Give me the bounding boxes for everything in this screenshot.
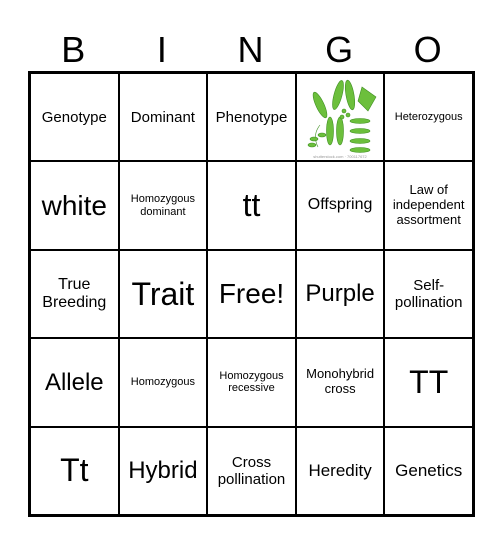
- cell-label: Law of independent assortment: [392, 182, 465, 228]
- cell-label: Homozygous recessive: [219, 369, 284, 395]
- bingo-cell[interactable]: Genetics: [384, 426, 473, 515]
- bingo-cell[interactable]: True Breeding: [30, 249, 119, 339]
- bingo-cell[interactable]: Free!: [207, 249, 296, 339]
- cell-label: True Breeding: [42, 275, 107, 311]
- bingo-cell[interactable]: Homozygous recessive: [207, 338, 296, 427]
- pea-pods-image: shutterstock.com · 700117672: [307, 80, 377, 159]
- cell-label: Heredity: [308, 461, 372, 481]
- cell-label: Genetics: [395, 461, 463, 481]
- svg-text:shutterstock.com · 700117672: shutterstock.com · 700117672: [313, 154, 367, 159]
- cell-label: Cross pollination: [217, 453, 286, 488]
- cell-label: TT: [409, 363, 449, 400]
- header-letter-o: O: [413, 29, 442, 70]
- cell-label: Purple: [305, 280, 375, 308]
- bingo-cell[interactable]: Tt: [30, 426, 119, 515]
- bingo-cell[interactable]: shutterstock.com · 700117672: [295, 73, 385, 162]
- bingo-cell[interactable]: Heterozygous: [384, 73, 473, 162]
- bingo-cell[interactable]: tt: [207, 161, 296, 250]
- cell-label: Offspring: [307, 196, 373, 214]
- cell-label: Phenotype: [215, 108, 288, 126]
- header-letter-b: B: [61, 29, 86, 70]
- bingo-cell[interactable]: Homozygous dominant: [118, 161, 208, 250]
- header-letter-n: N: [237, 29, 264, 70]
- bingo-cell[interactable]: Hybrid: [118, 426, 208, 515]
- cell-label: Genotype: [41, 108, 107, 126]
- bingo-cell[interactable]: Trait: [118, 249, 208, 339]
- bingo-cell[interactable]: Heredity: [295, 426, 385, 515]
- cell-label: Free!: [218, 277, 285, 309]
- cell-label: white: [41, 189, 107, 221]
- cell-label: Hybrid: [128, 457, 198, 484]
- cell-label: tt: [242, 187, 261, 224]
- bingo-cell[interactable]: Law of independent assortment: [384, 161, 473, 250]
- cell-label: Trait: [131, 275, 195, 312]
- header-letter-g: G: [325, 29, 354, 70]
- cell-label: Homozygous dominant: [130, 192, 195, 218]
- cell-label: Monohybrid cross: [306, 366, 375, 397]
- bingo-cell[interactable]: Phenotype: [207, 73, 296, 162]
- cell-label: Dominant: [130, 108, 195, 126]
- cell-label: Tt: [60, 452, 89, 489]
- bingo-cell[interactable]: Offspring: [295, 161, 385, 250]
- bingo-cell[interactable]: Allele: [30, 338, 119, 427]
- bingo-header: B I N G O: [29, 30, 472, 70]
- bingo-grid: Genotype Dominant Phenotype shutterstock.co…: [28, 71, 475, 517]
- bingo-cell[interactable]: Self-pollination: [384, 249, 473, 339]
- bingo-cell[interactable]: Cross pollination: [207, 426, 296, 515]
- cell-label: Allele: [44, 368, 104, 396]
- cell-label: Self-pollination: [394, 276, 463, 311]
- bingo-cell[interactable]: white: [30, 161, 119, 250]
- bingo-cell[interactable]: Purple: [295, 249, 385, 339]
- bingo-cell[interactable]: TT: [384, 338, 473, 427]
- cell-label: Heterozygous: [394, 110, 463, 123]
- bingo-cell[interactable]: Genotype: [30, 73, 119, 162]
- cell-label: Homozygous: [130, 376, 195, 389]
- header-letter-i: I: [156, 29, 167, 70]
- bingo-cell[interactable]: Monohybrid cross: [295, 338, 385, 427]
- bingo-cell[interactable]: Dominant: [118, 73, 208, 162]
- bingo-cell[interactable]: Homozygous: [118, 338, 208, 427]
